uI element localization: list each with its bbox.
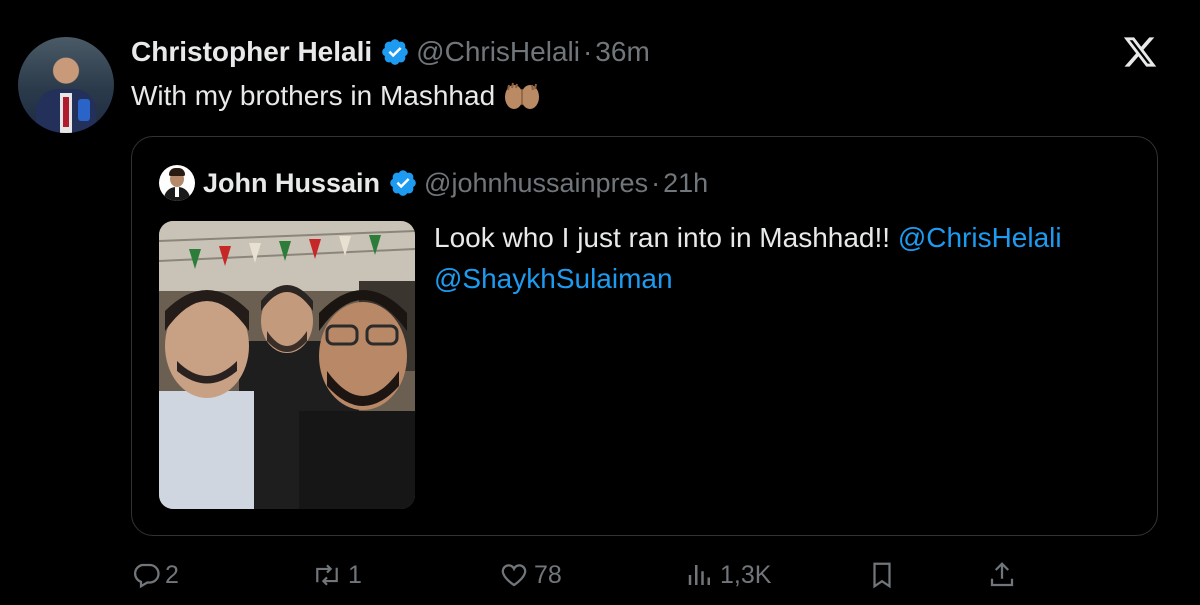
quoted-text-body: Look who I just ran into in Mashhad!!: [434, 222, 891, 253]
bookmark-button[interactable]: [867, 555, 901, 595]
mention-chrishelali[interactable]: @ChrisHelali: [898, 222, 1062, 253]
share-icon: [990, 562, 1014, 587]
views-icon: [688, 565, 710, 585]
verified-badge-icon: [382, 39, 408, 65]
tweet-time[interactable]: 36m: [595, 36, 649, 68]
quoted-header: John Hussain @johnhussainpres · 21h: [203, 164, 708, 202]
x-logo-icon[interactable]: [1122, 34, 1158, 70]
action-bar: 2 1 78 1,3K: [0, 555, 1200, 595]
reply-count: 2: [165, 560, 179, 589]
reply-icon: [134, 563, 160, 589]
repost-icon: [316, 564, 338, 586]
view-count: 1,3K: [720, 560, 772, 589]
reply-button[interactable]: 2: [131, 555, 179, 595]
quoted-author-avatar[interactable]: [159, 165, 195, 201]
quoted-photo[interactable]: [159, 221, 415, 509]
quoted-author-name[interactable]: John Hussain: [203, 168, 380, 199]
tweet-text-row: With my brothers in Mashhad: [131, 80, 541, 112]
like-count: 78: [534, 560, 562, 589]
views-button[interactable]: 1,3K: [684, 555, 771, 595]
author-handle[interactable]: @ChrisHelali: [416, 36, 580, 68]
raising-hands-emoji: [505, 82, 540, 109]
share-button[interactable]: [987, 555, 1021, 595]
quoted-author-handle[interactable]: @johnhussainpres: [424, 168, 648, 199]
like-button[interactable]: 78: [498, 555, 562, 595]
separator-dot: ·: [582, 36, 593, 67]
tweet-header: Christopher Helali @ChrisHelali · 36m: [131, 34, 650, 70]
mention-shaykhsulaiman[interactable]: @ShaykhSulaiman: [434, 263, 673, 294]
like-icon: [501, 564, 527, 587]
verified-badge-icon: [390, 170, 416, 196]
quoted-text: Look who I just ran into in Mashhad!! @C…: [434, 217, 1154, 299]
quoted-time[interactable]: 21h: [663, 168, 708, 199]
repost-button[interactable]: 1: [310, 555, 362, 595]
tweet-text: With my brothers in Mashhad: [131, 80, 496, 111]
author-avatar[interactable]: [18, 37, 114, 133]
quoted-tweet[interactable]: John Hussain @johnhussainpres · 21h Look…: [131, 136, 1158, 536]
separator-dot: ·: [651, 167, 661, 198]
repost-count: 1: [348, 560, 362, 589]
bookmark-icon: [873, 562, 891, 589]
author-name[interactable]: Christopher Helali: [131, 36, 372, 68]
